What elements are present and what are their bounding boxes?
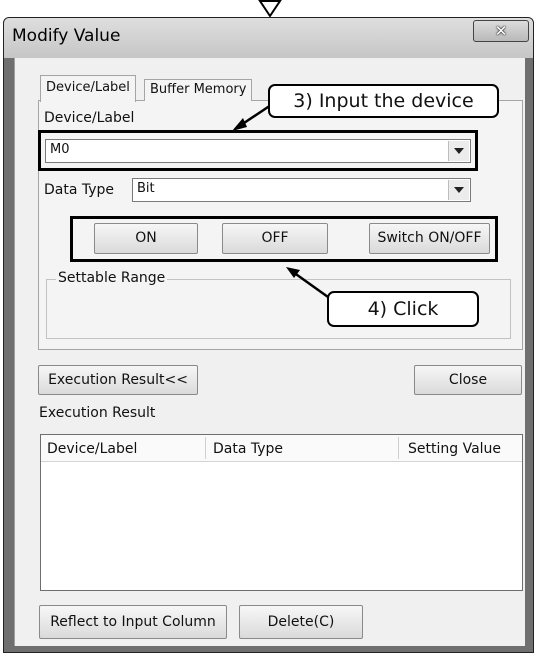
data-type-caption: Data Type <box>44 182 115 198</box>
data-type-dropdown-button[interactable] <box>448 180 469 200</box>
column-header-setting-value[interactable]: Setting Value <box>408 441 501 457</box>
execution-result-caption: Execution Result <box>39 405 156 421</box>
close-button[interactable]: Close <box>414 365 522 395</box>
column-divider <box>398 437 399 459</box>
execution-result-toggle-button[interactable]: Execution Result<< <box>38 365 198 395</box>
annotation-step-4: 4) Click <box>327 291 479 327</box>
reflect-to-input-column-button[interactable]: Reflect to Input Column <box>39 605 227 639</box>
tab-device-label[interactable]: Device/Label <box>40 75 136 102</box>
column-header-device-label[interactable]: Device/Label <box>47 441 137 457</box>
chevron-down-icon <box>454 187 464 193</box>
device-input-highlight <box>38 130 478 171</box>
data-type-combobox[interactable]: Bit <box>132 178 471 202</box>
buttons-highlight <box>70 216 498 262</box>
settable-range-caption: Settable Range <box>56 270 168 286</box>
close-window-button[interactable]: ✕ <box>473 20 529 42</box>
delete-button[interactable]: Delete(C) <box>239 605 363 639</box>
column-header-data-type[interactable]: Data Type <box>213 441 283 457</box>
dialog-title: Modify Value <box>12 26 121 46</box>
data-type-value: Bit <box>137 181 155 196</box>
annotation-step-3: 3) Input the device <box>268 84 499 118</box>
device-label-caption: Device/Label <box>44 110 135 126</box>
column-divider <box>205 437 206 459</box>
tab-buffer-memory[interactable]: Buffer Memory <box>144 79 253 101</box>
close-icon: ✕ <box>494 22 508 40</box>
